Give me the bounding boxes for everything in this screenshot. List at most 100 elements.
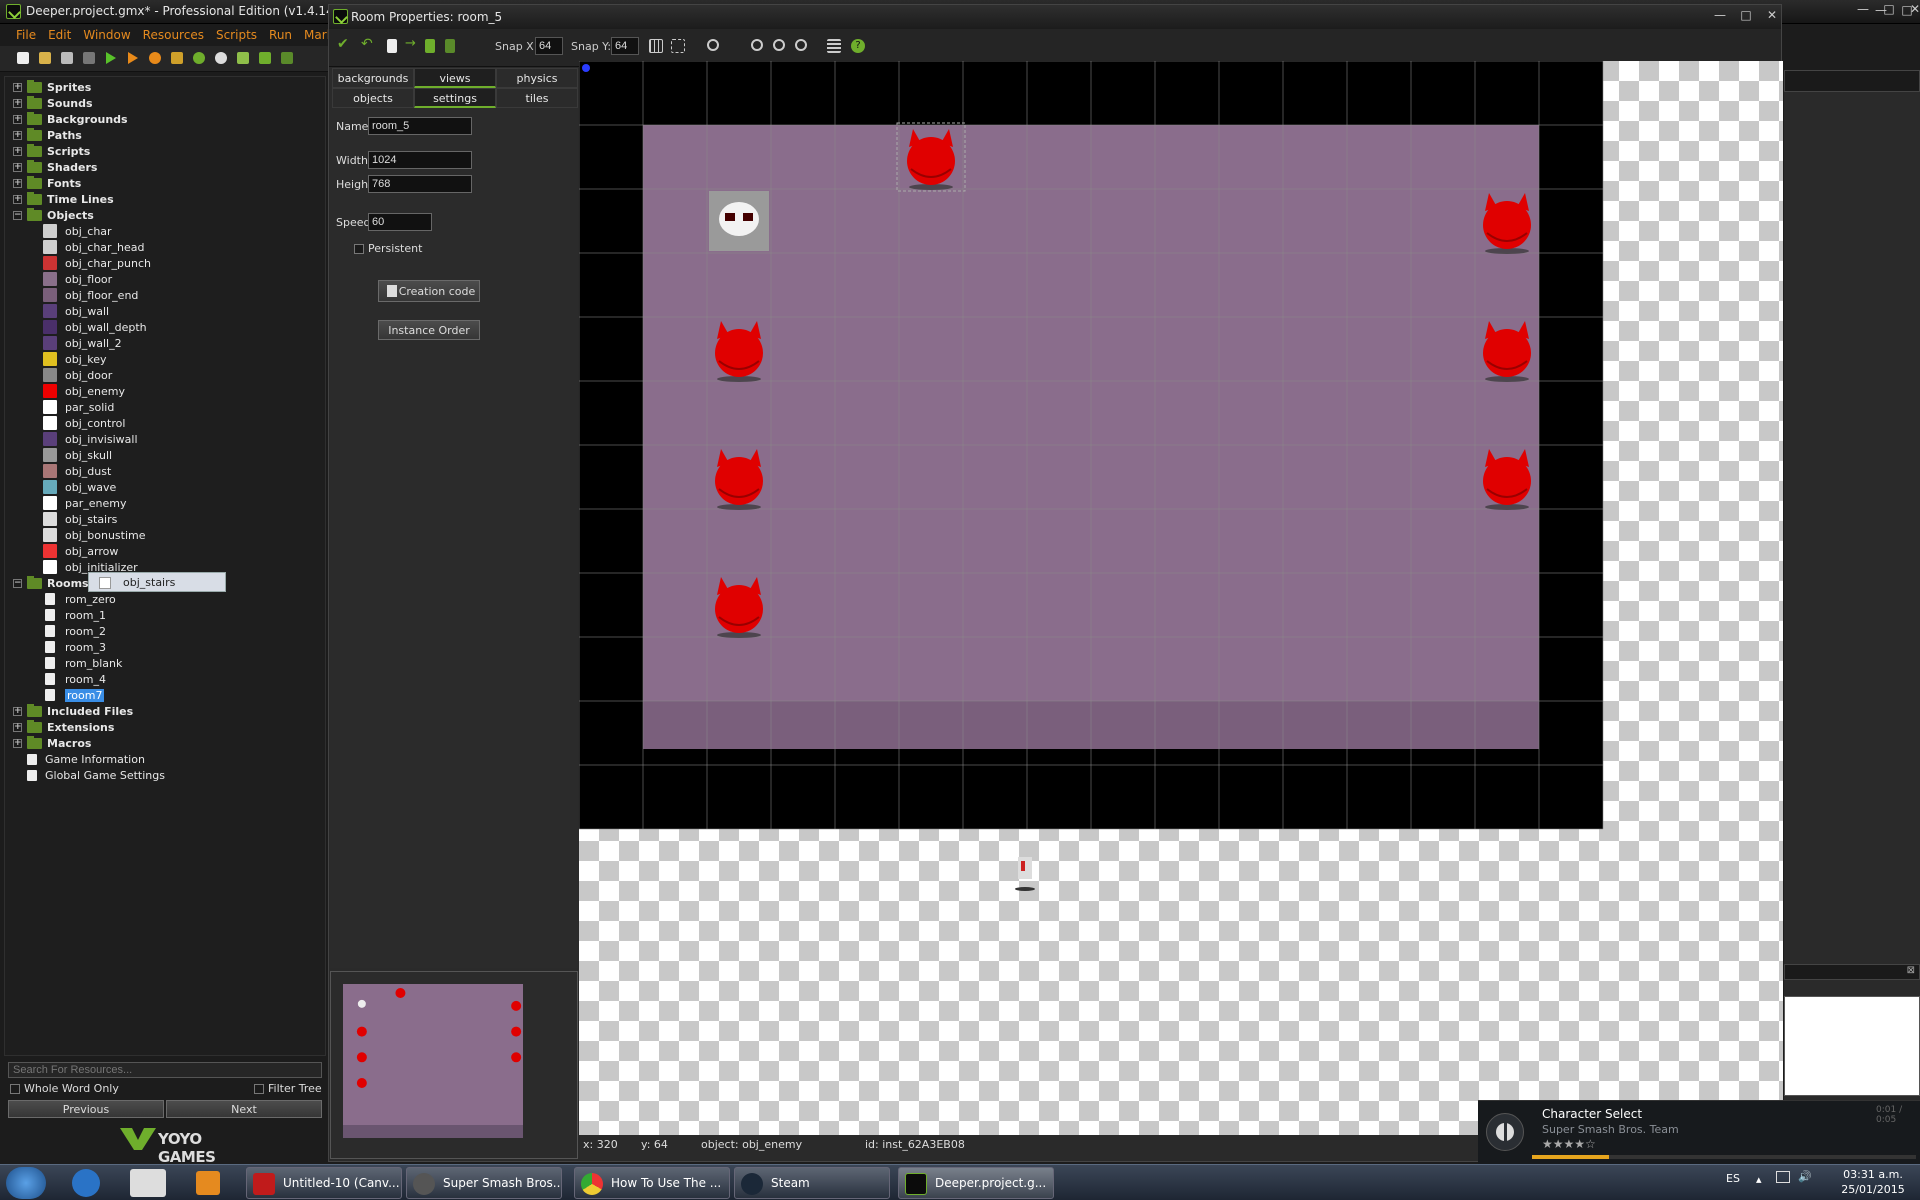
persistent-option[interactable]: Persistent <box>354 242 422 255</box>
tree-object-item[interactable]: obj_char_punch <box>43 255 151 271</box>
menu-file[interactable]: File <box>16 28 36 46</box>
tree-object-item[interactable]: obj_char <box>43 223 112 239</box>
language-indicator[interactable]: ES <box>1726 1172 1740 1185</box>
room-width-input[interactable] <box>368 151 472 169</box>
room-editor-canvas[interactable] <box>579 61 1783 1135</box>
toggle-grid-icon[interactable] <box>649 39 663 53</box>
main-close-button[interactable]: ✕ <box>1904 2 1920 18</box>
create-executable-icon[interactable] <box>80 50 98 66</box>
menu-edit[interactable]: Edit <box>48 28 71 46</box>
tab-backgrounds[interactable]: backgrounds <box>332 68 414 88</box>
taskbar-gamemaker[interactable]: Deeper.project.g... <box>898 1167 1054 1199</box>
tree-room-item[interactable]: room_1 <box>43 607 106 623</box>
shift-instances-icon[interactable]: → <box>405 36 419 51</box>
now-playing-notification[interactable]: Character Select Super Smash Bros. Team … <box>1478 1100 1920 1164</box>
tree-leaf-item[interactable]: Global Game Settings <box>27 767 165 783</box>
room-speed-input[interactable] <box>368 213 432 231</box>
tree-group-fonts[interactable]: + Fonts <box>13 175 81 191</box>
start-button-icon[interactable] <box>6 1167 46 1199</box>
tab-views[interactable]: views <box>414 68 496 88</box>
media-player-icon[interactable] <box>196 1171 220 1195</box>
zoom-in-icon[interactable] <box>795 39 807 51</box>
clock-date[interactable]: 25/01/2015 <box>1828 1183 1918 1196</box>
snap-x-input[interactable] <box>535 37 563 55</box>
menu-window[interactable]: Window <box>83 28 130 46</box>
tree-group-objects[interactable]: − Objects <box>13 207 94 223</box>
expand-icon[interactable]: + <box>13 722 22 732</box>
room-height-input[interactable] <box>368 175 472 193</box>
network-icon[interactable] <box>1776 1171 1790 1183</box>
tree-group-paths[interactable]: + Paths <box>13 127 82 143</box>
tree-object-item[interactable]: obj_wall_2 <box>43 335 122 351</box>
tree-object-item[interactable]: obj_floor_end <box>43 287 138 303</box>
ie-icon[interactable] <box>72 1169 100 1197</box>
whole-word-checkbox[interactable] <box>10 1084 20 1094</box>
taskbar-steam[interactable]: Steam <box>734 1167 890 1199</box>
tree-object-item[interactable]: obj_invisiwall <box>43 431 138 447</box>
expand-icon[interactable]: + <box>13 82 22 92</box>
room-maximize-button[interactable]: □ <box>1735 8 1757 24</box>
menu-resources[interactable]: Resources <box>143 28 204 46</box>
expand-icon[interactable]: + <box>13 98 22 108</box>
new-project-icon[interactable] <box>14 50 32 66</box>
create-sound-icon[interactable] <box>212 50 230 66</box>
list-view-icon[interactable] <box>827 39 841 53</box>
filter-tree-checkbox[interactable] <box>254 1084 264 1094</box>
filter-tree-option[interactable]: Filter Tree <box>254 1082 322 1095</box>
tree-room-item[interactable]: room_4 <box>43 671 106 687</box>
show-hidden-icons[interactable]: ▴ <box>1756 1173 1762 1186</box>
taskbar-flash[interactable]: Untitled-10 (Canv... <box>246 1167 402 1199</box>
volume-icon[interactable]: 🔊 <box>1798 1170 1812 1183</box>
tree-object-item[interactable]: par_enemy <box>43 495 126 511</box>
collapse-icon[interactable]: − <box>13 578 22 588</box>
tree-room-item[interactable]: rom_zero <box>43 591 116 607</box>
tab-tiles[interactable]: tiles <box>496 88 578 108</box>
tree-object-item[interactable]: obj_control <box>43 415 125 431</box>
tab-objects[interactable]: objects <box>332 88 414 108</box>
room-view[interactable] <box>579 61 1783 1135</box>
tree-group-extensions[interactable]: + Extensions <box>13 719 114 735</box>
tree-room-item[interactable]: rom_blank <box>43 655 122 671</box>
tree-object-item[interactable]: obj_wall <box>43 303 109 319</box>
expand-icon[interactable]: + <box>13 114 22 124</box>
tree-object-item[interactable]: obj_char_head <box>43 239 145 255</box>
room-close-button[interactable]: ✕ <box>1761 8 1783 24</box>
expand-icon[interactable]: + <box>13 130 22 140</box>
room-minimize-button[interactable]: — <box>1709 8 1731 24</box>
zoom-out-icon[interactable] <box>751 39 763 51</box>
tree-group-included-files[interactable]: + Included Files <box>13 703 133 719</box>
tree-object-item[interactable]: obj_floor <box>43 271 112 287</box>
room-minimap[interactable] <box>330 971 578 1159</box>
tree-object-item[interactable]: obj_dust <box>43 463 111 479</box>
tree-room-item[interactable]: room_3 <box>43 639 106 655</box>
main-maximize-button[interactable]: □ <box>1878 2 1900 18</box>
create-path-icon[interactable] <box>256 50 274 66</box>
expand-icon[interactable]: + <box>13 146 22 156</box>
tree-object-item[interactable]: obj_skull <box>43 447 112 463</box>
tree-group-scripts[interactable]: + Scripts <box>13 143 90 159</box>
stop-icon[interactable] <box>146 50 164 66</box>
persistent-checkbox[interactable] <box>354 244 364 254</box>
tree-group-backgrounds[interactable]: + Backgrounds <box>13 111 128 127</box>
tree-object-item[interactable]: obj_door <box>43 367 112 383</box>
tree-room-item[interactable]: room_2 <box>43 623 106 639</box>
tab-physics[interactable]: physics <box>496 68 578 88</box>
clear-room-icon[interactable] <box>387 39 397 53</box>
tree-object-item[interactable]: par_solid <box>43 399 114 415</box>
clean-icon[interactable] <box>168 50 186 66</box>
collapse-icon[interactable]: − <box>13 210 22 220</box>
expand-icon[interactable]: + <box>13 194 22 204</box>
expand-icon[interactable]: + <box>13 706 22 716</box>
tree-leaf-item[interactable]: Game Information <box>27 751 145 767</box>
creation-code-button[interactable]: Creation code <box>378 280 480 302</box>
main-minimize-button[interactable]: — <box>1852 2 1874 18</box>
open-project-icon[interactable] <box>36 50 54 66</box>
pinned-app-icon[interactable] <box>130 1169 166 1197</box>
whole-word-option[interactable]: Whole Word Only <box>10 1082 119 1095</box>
next-button[interactable]: Next <box>166 1100 322 1118</box>
tab-settings[interactable]: settings <box>414 88 496 108</box>
undo-icon[interactable]: ↶ <box>361 36 375 52</box>
create-script-icon[interactable] <box>278 50 296 66</box>
tree-room-item[interactable]: room7 <box>43 687 105 703</box>
expand-icon[interactable]: + <box>13 162 22 172</box>
